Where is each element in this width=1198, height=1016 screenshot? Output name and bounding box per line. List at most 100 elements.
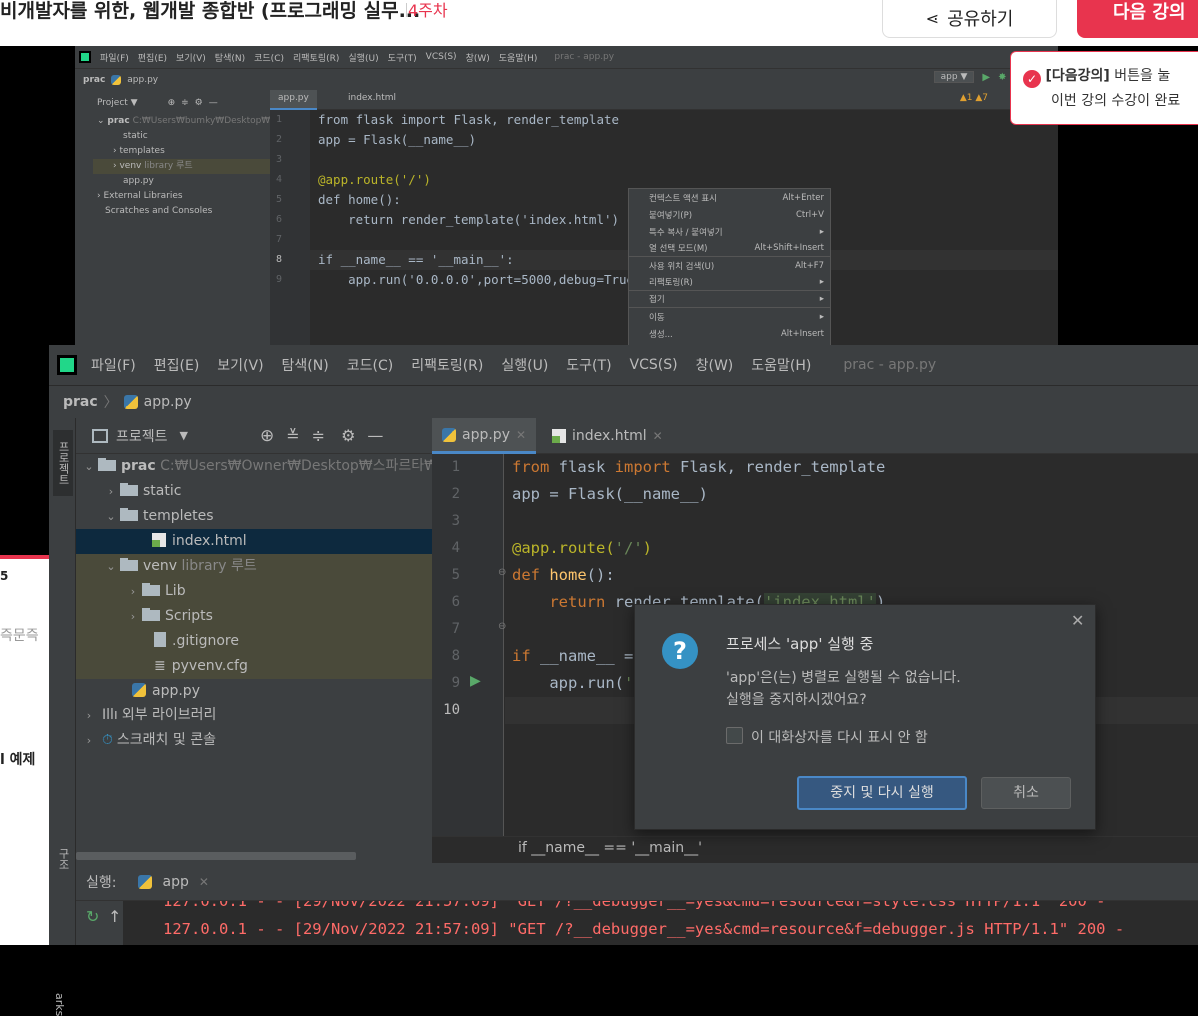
context-menu-item[interactable]: 생성... Alt+Insert	[629, 325, 830, 342]
collapse-icon[interactable]: ≑	[181, 96, 189, 111]
code-line-1[interactable]: from flask import Flask, render_template	[512, 454, 885, 481]
checkbox-label[interactable]: 이 대화상자를 다시 표시 안 함	[751, 727, 928, 747]
crumb-project[interactable]: prac	[63, 394, 98, 410]
tree-item-prac[interactable]: ⌄ prac C:₩Users₩Owner₩Desktop₩스파르타₩	[76, 454, 438, 479]
back-tree-item[interactable]: Scratches and Consoles	[105, 204, 212, 219]
tree-item-gitignore[interactable]: .gitignore	[76, 629, 432, 654]
back-code-line[interactable]: def home():	[318, 190, 401, 210]
context-menu-item[interactable]: 접기 ▸	[629, 291, 830, 308]
back-menu-item[interactable]: 도구(T)	[388, 51, 417, 64]
cancel-button[interactable]: 취소	[981, 777, 1071, 809]
hide-icon[interactable]: —	[209, 96, 218, 111]
menu-window[interactable]: 창(W)	[696, 355, 734, 375]
back-menu-item[interactable]: 도움말(H)	[499, 51, 538, 64]
back-menu-item[interactable]: 창(W)	[466, 51, 490, 64]
code-line-2[interactable]: app = Flask(__name__)	[512, 481, 708, 508]
rerun-icon[interactable]: ↻	[86, 907, 99, 926]
editor-breadcrumb[interactable]: if __name__ == '__main__'	[432, 836, 1198, 863]
back-menu-item[interactable]: 보기(V)	[176, 51, 206, 64]
back-warnings[interactable]: ▲1 ▲7	[960, 93, 988, 103]
tree-item-pyvenv[interactable]: ≣ pyvenv.cfg	[76, 654, 432, 679]
back-menu-item[interactable]: 편집(E)	[138, 51, 167, 64]
left-fragment-example[interactable]: l 예제	[0, 749, 35, 769]
settings-icon[interactable]: ⚙	[341, 426, 355, 445]
tree-item-lib[interactable]: › Lib	[76, 579, 432, 604]
tree-item-static[interactable]: › static	[76, 479, 432, 504]
scroll-up-icon[interactable]: ↑	[108, 907, 121, 926]
back-menu-item[interactable]: VCS(S)	[426, 52, 457, 62]
back-run-config[interactable]: app ▼	[933, 71, 975, 83]
back-code-line[interactable]: app = Flask(__name__)	[318, 130, 476, 150]
context-menu-item[interactable]: 특수 복사 / 붙여넣기 ▸	[629, 223, 830, 240]
menu-refactor[interactable]: 리팩토링(R)	[411, 355, 483, 375]
close-icon[interactable]: ✕	[199, 875, 209, 889]
tree-item-scratches[interactable]: › ⏱ 스크래치 및 콘솔	[76, 728, 432, 753]
back-menu-item[interactable]: 탐색(N)	[215, 51, 245, 64]
close-icon[interactable]: ✕	[653, 429, 663, 443]
tab-app-py[interactable]: app.py ✕	[432, 418, 537, 454]
menu-help[interactable]: 도움말(H)	[751, 355, 811, 375]
back-tree-item[interactable]: › External Libraries	[97, 189, 183, 204]
back-project-dropdown[interactable]: Project ▼	[97, 96, 138, 111]
locate-icon[interactable]: ⊕	[168, 96, 176, 111]
back-tree-item[interactable]: static	[123, 129, 148, 144]
menu-tools[interactable]: 도구(T)	[566, 355, 611, 375]
context-menu-item[interactable]: 사용 위치 검색(U) Alt+F7	[629, 257, 830, 274]
horizontal-scrollbar[interactable]	[76, 852, 356, 860]
context-menu-item[interactable]: 컨텍스트 액션 표시 Alt+Enter	[629, 189, 830, 206]
close-icon[interactable]: ✕	[1071, 611, 1084, 630]
menu-navigate[interactable]: 탐색(N)	[282, 355, 329, 375]
menu-file[interactable]: 파일(F)	[91, 355, 136, 375]
share-button[interactable]: ⋖ 공유하기	[882, 0, 1057, 38]
context-menu-item[interactable]: 붙여넣기(P) Ctrl+V	[629, 206, 830, 223]
back-code-line[interactable]: from flask import Flask, render_template	[318, 110, 619, 130]
tree-item-venv[interactable]: ⌄ venv library 루트	[76, 554, 432, 579]
back-code-line[interactable]: if __name__ == '__main__':	[318, 250, 514, 270]
back-code-line[interactable]: app.run('0.0.0.0',port=5000,debug=True)	[318, 270, 642, 290]
context-menu-item[interactable]: 이동 ▸	[629, 308, 830, 325]
expand-all-icon[interactable]: ≚	[286, 426, 299, 445]
close-icon[interactable]: ✕	[516, 428, 526, 442]
debug-icon[interactable]: ✸	[998, 72, 1006, 83]
menu-view[interactable]: 보기(V)	[217, 355, 263, 375]
back-tree-item[interactable]: app.py	[123, 174, 154, 189]
fold-marker-icon[interactable]: ⊖	[498, 567, 506, 578]
back-tree-item[interactable]: ⌄ prac C:₩Users₩bumky₩Desktop₩	[97, 114, 270, 129]
back-tree-item[interactable]: › templates	[113, 144, 165, 159]
back-menu-item[interactable]: 실행(U)	[348, 51, 378, 64]
code-line-4[interactable]: @app.route('/')	[512, 535, 652, 562]
back-tab-index[interactable]: index.html	[340, 90, 404, 110]
structure-tool-button[interactable]: 구조	[53, 848, 73, 888]
dont-show-again-checkbox[interactable]	[726, 727, 743, 744]
settings-icon[interactable]: ⚙	[195, 96, 203, 111]
back-crumb-project[interactable]: prac	[83, 75, 105, 85]
back-code-line[interactable]: @app.route('/')	[318, 170, 431, 190]
tree-item-scripts[interactable]: › Scripts	[76, 604, 432, 629]
crumb-file[interactable]: app.py	[144, 394, 192, 410]
back-tree-item[interactable]: › venv library 루트	[93, 159, 270, 174]
context-menu-item[interactable]: 열 선택 모드(M) Alt+Shift+Insert	[629, 240, 830, 257]
bookmarks-tool-button[interactable]: arks	[53, 993, 66, 1016]
context-menu-item[interactable]: 리팩토링(R) ▸	[629, 274, 830, 291]
run-icon[interactable]: ▶	[982, 72, 990, 83]
collapse-all-icon[interactable]: ≑	[312, 426, 325, 445]
code-line-5[interactable]: def home():	[512, 562, 615, 589]
tree-item-templetes[interactable]: ⌄ templetes	[76, 504, 432, 529]
project-view-dropdown[interactable]: 프로젝트	[116, 426, 168, 446]
left-fragment-text[interactable]: 즉문즉	[0, 625, 39, 645]
locate-icon[interactable]: ⊕	[260, 426, 274, 446]
tree-item-external-libraries[interactable]: › Illı 외부 라이브러리	[76, 703, 432, 728]
back-tab-app[interactable]: app.py	[270, 90, 317, 110]
menu-edit[interactable]: 편집(E)	[154, 355, 200, 375]
next-lecture-button[interactable]: 다음 강의	[1077, 0, 1198, 38]
stop-and-rerun-button[interactable]: 중지 및 다시 실행	[797, 776, 967, 810]
fold-marker-icon[interactable]: ⊖	[498, 621, 506, 632]
back-crumb-file[interactable]: app.py	[127, 75, 158, 85]
menu-run[interactable]: 실행(U)	[501, 355, 548, 375]
tree-item-index-html[interactable]: index.html	[76, 529, 432, 554]
chevron-down-icon[interactable]: ▼	[180, 429, 188, 442]
hide-panel-icon[interactable]: —	[367, 426, 383, 445]
run-gutter-icon[interactable]: ▶	[470, 673, 481, 689]
run-output[interactable]: 127.0.0.1 - - [29/Nov/2022 21:57:09] "GE…	[123, 901, 1198, 945]
back-menu-item[interactable]: 파일(F)	[100, 51, 129, 64]
